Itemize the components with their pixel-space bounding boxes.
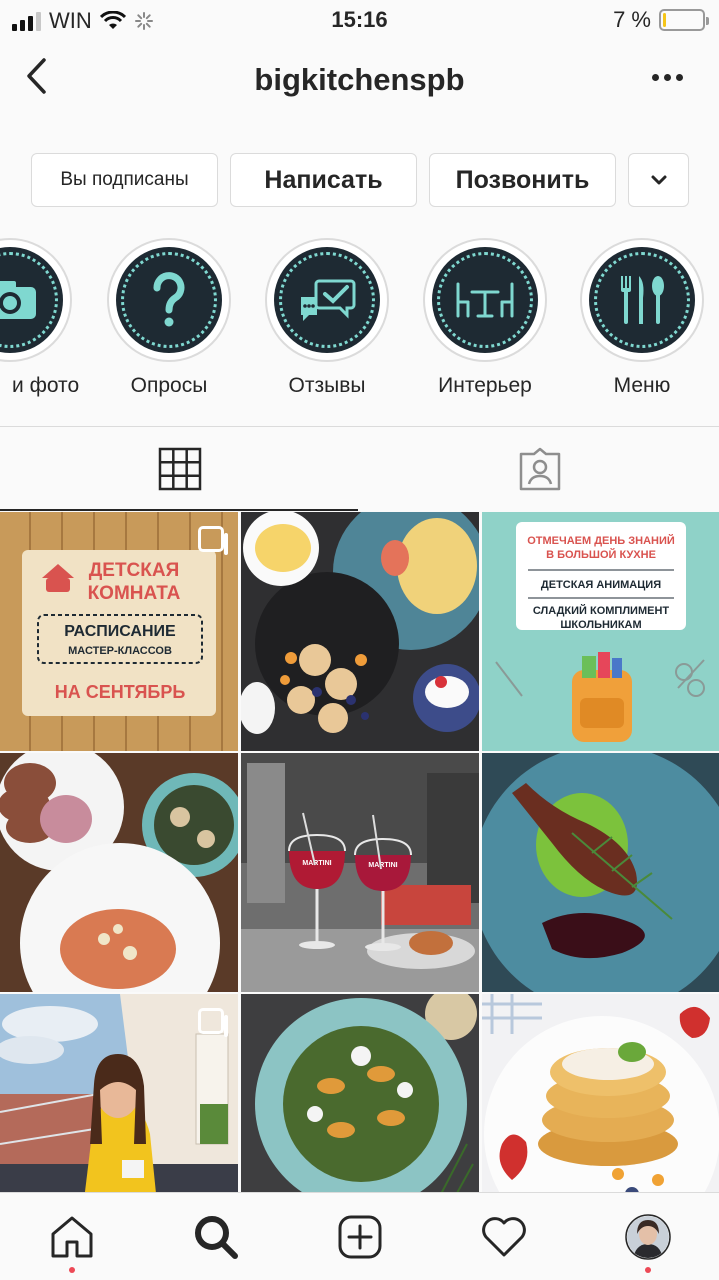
multiple-photos-icon xyxy=(198,1008,228,1037)
dot-icon xyxy=(664,74,671,81)
highlight-reviews[interactable]: Отзывы xyxy=(265,238,389,398)
grid-icon xyxy=(158,447,201,491)
dot-icon xyxy=(676,74,683,81)
chat-check-icon xyxy=(301,279,356,321)
profile-actions: Вы подписаны Написать Позвонить xyxy=(31,153,691,207)
tab-tagged[interactable] xyxy=(360,427,719,511)
highlight-ring xyxy=(580,238,704,362)
nav-home[interactable] xyxy=(42,1207,102,1273)
poster-item3: ШКОЛЬНИКАМ xyxy=(560,619,641,631)
question-icon xyxy=(153,272,185,327)
battery-percent: 7 % xyxy=(613,7,651,32)
call-button[interactable]: Позвонить xyxy=(429,153,616,207)
poster-item2: СЛАДКИЙ КОМПЛИМЕНТ xyxy=(533,604,670,617)
table-chairs-icon xyxy=(456,282,514,318)
highlight-ring xyxy=(107,238,231,362)
post-knowledge-day[interactable]: ОТМЕЧАЕМ ДЕНЬ ЗНАНИЙ В БОЛЬШОЙ КУХНЕ ДЕТ… xyxy=(482,512,719,751)
suggestions-dropdown-button[interactable] xyxy=(628,153,689,207)
glass-brand-right: MARTINI xyxy=(368,862,397,869)
post-pancakes[interactable] xyxy=(482,994,719,1192)
poster-title1: ОТМЕЧАЕМ ДЕНЬ ЗНАНИЙ xyxy=(527,534,675,547)
highlight-label: Интерьер xyxy=(438,374,532,397)
highlight-label: Опросы xyxy=(130,374,208,397)
highlight-polls[interactable]: Опросы xyxy=(107,238,231,398)
tagged-person-icon xyxy=(519,447,560,491)
post-image xyxy=(0,753,238,992)
post-image xyxy=(482,994,719,1192)
home-icon xyxy=(51,1216,93,1258)
post-image xyxy=(241,994,479,1192)
heart-icon xyxy=(482,1217,526,1257)
subscribed-button[interactable]: Вы подписаны xyxy=(31,153,218,207)
chevron-down-icon xyxy=(651,175,666,185)
profile-avatar xyxy=(625,1214,671,1260)
highlight-cover xyxy=(0,247,63,353)
message-button[interactable]: Написать xyxy=(230,153,417,207)
glass-brand-left: MARTINI xyxy=(302,860,331,867)
nav-profile[interactable] xyxy=(618,1207,678,1273)
post-breakfast[interactable] xyxy=(241,512,479,751)
status-bar: WIN 15:16 7 % xyxy=(0,0,719,40)
nav-search[interactable] xyxy=(186,1207,246,1267)
tab-grid[interactable] xyxy=(0,427,359,511)
highlight-ring xyxy=(0,238,72,362)
highlight-label: Меню xyxy=(613,374,671,397)
poster-item1: ДЕТСКАЯ АНИМАЦИЯ xyxy=(541,579,661,591)
notification-dot xyxy=(69,1267,75,1273)
post-duck-leg[interactable] xyxy=(482,753,719,992)
highlight-interior[interactable]: Интерьер xyxy=(423,238,547,398)
notification-dot xyxy=(645,1267,651,1273)
multiple-photos-icon xyxy=(198,526,228,555)
post-salad[interactable] xyxy=(241,994,479,1192)
search-icon xyxy=(195,1216,238,1259)
highlight-cover xyxy=(589,247,695,353)
post-image xyxy=(482,753,719,992)
post-image: ОТМЕЧАЕМ ДЕНЬ ЗНАНИЙ В БОЛЬШОЙ КУХНЕ ДЕТ… xyxy=(482,512,719,751)
highlight-cover xyxy=(274,247,380,353)
posts-grid: ДЕТСКАЯ КОМНАТА РАСПИСАНИЕ МАСТЕР-КЛАССО… xyxy=(0,512,719,1192)
nav-add-post[interactable] xyxy=(330,1207,390,1267)
highlight-label: и фото xyxy=(12,374,80,397)
poster-box2: МАСТЕР-КЛАССОВ xyxy=(68,645,172,657)
highlight-cover xyxy=(116,247,222,353)
battery-icon xyxy=(659,9,709,31)
story-highlights: и фото Опросы Отзывы Интерьер Меню xyxy=(0,238,719,408)
highlight-ring xyxy=(423,238,547,362)
profile-header: bigkitchenspb xyxy=(0,40,719,130)
post-kids-room[interactable]: ДЕТСКАЯ КОМНАТА РАСПИСАНИЕ МАСТЕР-КЛАССО… xyxy=(0,512,238,751)
page-title: bigkitchenspb xyxy=(254,62,465,97)
post-girl-terrace[interactable] xyxy=(0,994,238,1192)
status-time: 15:16 xyxy=(331,7,388,32)
post-drinks[interactable]: MARTINI MARTINI xyxy=(241,753,479,992)
poster-line3: НА СЕНТЯБРЬ xyxy=(55,682,186,702)
dot-icon xyxy=(652,74,659,81)
highlight-cover xyxy=(432,247,538,353)
more-options-button[interactable] xyxy=(652,74,683,81)
poster-line2: КОМНАТА xyxy=(88,583,181,604)
battery-level-fill xyxy=(663,13,667,27)
post-image xyxy=(241,512,479,751)
add-post-icon xyxy=(338,1215,382,1259)
post-dishes[interactable] xyxy=(0,753,238,992)
status-right: 7 % xyxy=(613,7,709,33)
profile-tabs xyxy=(0,427,719,511)
poster-line1: ДЕТСКАЯ xyxy=(89,560,180,581)
nav-activity[interactable] xyxy=(474,1207,534,1267)
poster-box1: РАСПИСАНИЕ xyxy=(64,623,176,640)
highlight-photo[interactable]: и фото xyxy=(0,238,80,398)
bottom-navigation xyxy=(0,1192,719,1280)
highlight-menu[interactable]: Меню xyxy=(580,238,704,398)
poster-title2: В БОЛЬШОЙ КУХНЕ xyxy=(546,548,656,561)
highlight-label: Отзывы xyxy=(288,374,366,397)
highlight-ring xyxy=(265,238,389,362)
camera-icon xyxy=(0,281,36,319)
post-image: MARTINI MARTINI xyxy=(241,753,479,992)
active-tab-indicator xyxy=(0,509,358,511)
cutlery-icon xyxy=(621,276,664,324)
